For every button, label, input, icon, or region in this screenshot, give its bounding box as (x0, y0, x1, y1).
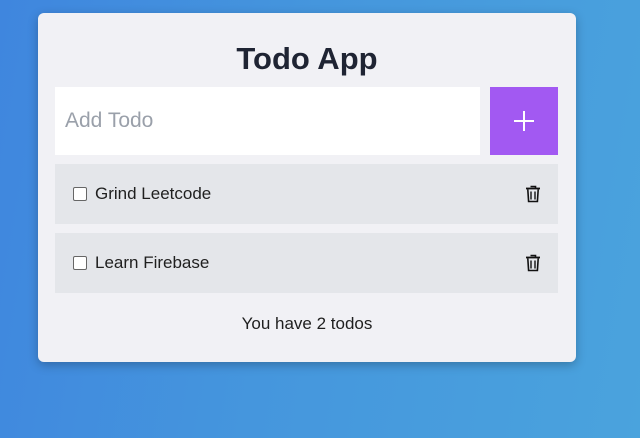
todo-text: Grind Leetcode (95, 184, 212, 203)
todo-checkbox[interactable] (73, 187, 87, 201)
add-todo-form (55, 87, 558, 155)
todo-item: Learn Firebase (55, 233, 558, 293)
trash-icon (526, 185, 540, 203)
delete-todo-button[interactable] (522, 183, 544, 205)
todo-card: Todo App Grind Leetcode (38, 13, 576, 362)
todo-checkbox[interactable] (73, 256, 87, 270)
delete-todo-button[interactable] (522, 252, 544, 274)
todo-list: Grind Leetcode Learn Firebase (55, 164, 558, 302)
add-todo-input[interactable] (55, 87, 480, 155)
add-todo-button[interactable] (490, 87, 558, 155)
plus-icon (514, 111, 534, 131)
todo-item: Grind Leetcode (55, 164, 558, 224)
todo-count: You have 2 todos (241, 314, 373, 333)
app-title: Todo App (236, 41, 378, 76)
trash-icon (526, 254, 540, 272)
todo-text: Learn Firebase (95, 253, 210, 272)
